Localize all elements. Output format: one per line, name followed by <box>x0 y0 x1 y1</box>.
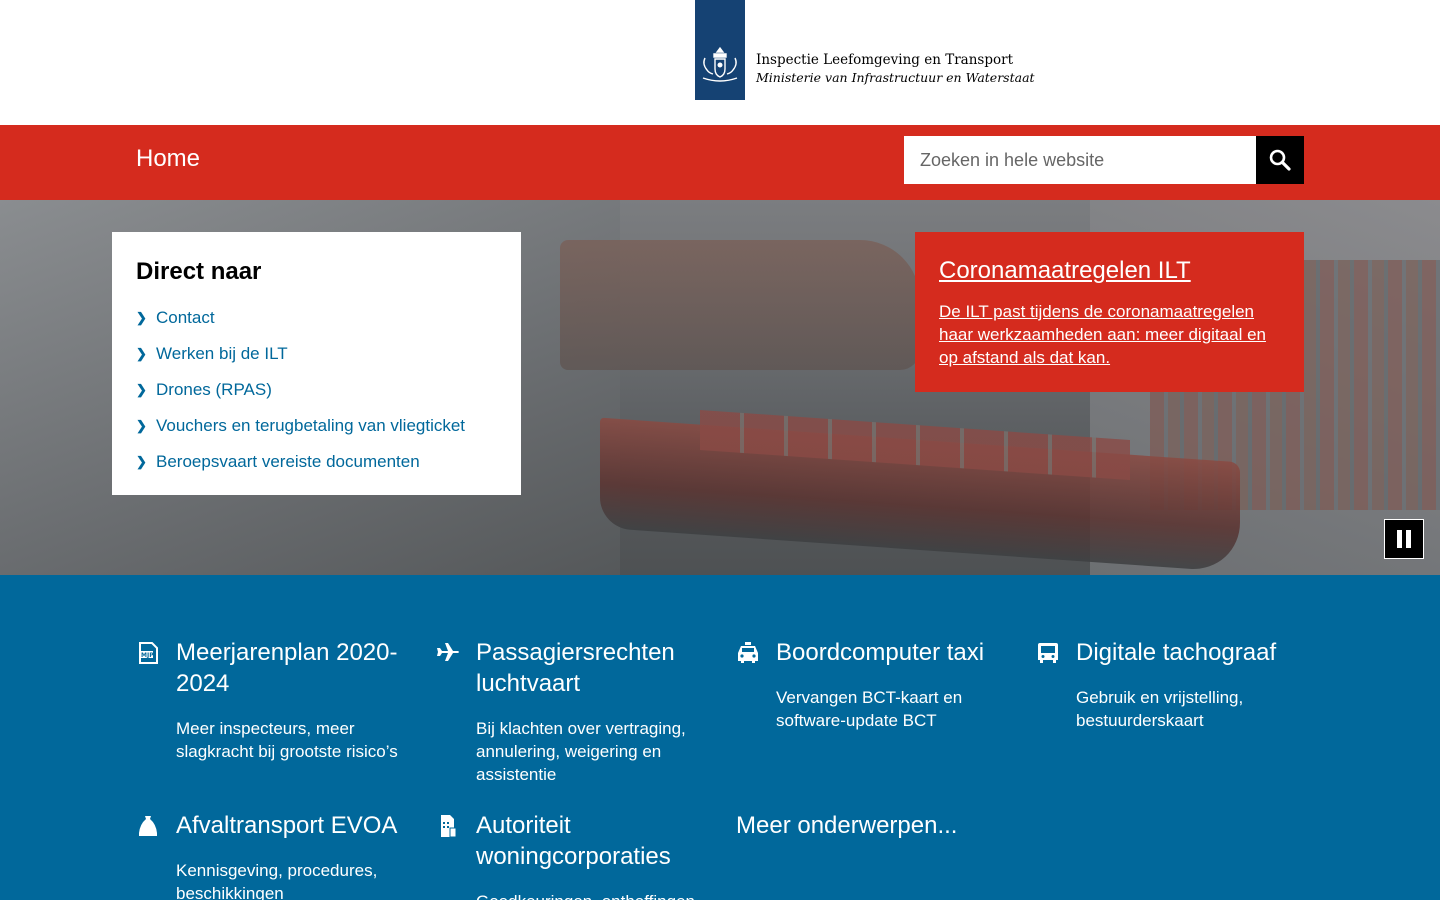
direct-naar-link[interactable]: Werken bij de ILT <box>156 344 288 364</box>
building-document-icon <box>441 815 457 838</box>
logo-text: Inspectie Leefomgeving en Transport Mini… <box>756 51 1035 86</box>
chevron-right-icon: ❯ <box>136 418 147 433</box>
pause-icon-bar <box>1406 530 1411 548</box>
taxi-icon <box>738 642 758 663</box>
direct-naar-panel: Direct naar ❯ Contact ❯ Werken bij de ILT … <box>112 232 521 495</box>
search-input[interactable] <box>904 136 1256 184</box>
topic-description: Meer inspecteurs, meer slagkracht bij gr… <box>176 719 398 761</box>
topic-title[interactable]: Boordcomputer taxi <box>776 637 1016 668</box>
hero-banner: Direct naar ❯ Contact ❯ Werken bij de ILT … <box>0 200 1440 575</box>
direct-naar-link[interactable]: Beroepsvaart vereiste documenten <box>156 452 420 472</box>
topic-description: Goedkeuringen, ontheffingen <box>476 890 706 900</box>
pause-icon-bar <box>1397 530 1402 548</box>
coat-of-arms-icon <box>702 46 738 82</box>
direct-naar-title: Direct naar <box>136 258 262 285</box>
carousel-pause-button[interactable] <box>1384 519 1424 559</box>
chevron-right-icon: ❯ <box>136 454 147 469</box>
direct-naar-item[interactable]: ❯ Werken bij de ILT <box>136 336 497 372</box>
direct-naar-item[interactable]: ❯ Drones (RPAS) <box>136 372 497 408</box>
top-navigation-bar: Home <box>0 125 1440 200</box>
topic-title[interactable]: Passagiersrechten luchtvaart <box>476 637 716 699</box>
topic-description: Vervangen BCT-kaart en software-update B… <box>776 688 963 730</box>
corona-notice-text[interactable]: De ILT past tijdens de coronamaatregelen… <box>939 300 1280 369</box>
topic-title[interactable]: Meerjarenplan 2020-2024 <box>176 637 416 699</box>
chevron-right-icon: ❯ <box>136 310 147 325</box>
direct-naar-link[interactable]: Contact <box>156 308 215 328</box>
home-link[interactable]: Home <box>136 145 200 173</box>
topics-section: MJP Meerjarenplan 2020-2024 Meer inspect… <box>0 575 1440 900</box>
search-icon <box>1269 149 1291 171</box>
logo-organisation: Inspectie Leefomgeving en Transport <box>756 52 1013 68</box>
direct-naar-link[interactable]: Vouchers en terugbetaling van vliegticke… <box>156 416 465 436</box>
chevron-right-icon: ❯ <box>136 382 147 397</box>
direct-naar-list: ❯ Contact ❯ Werken bij de ILT ❯ Drones (RPA… <box>136 300 497 480</box>
logo-ministry: Ministerie van Infrastructuur en Waterst… <box>756 70 1035 85</box>
document-mjp-icon: MJP <box>139 642 158 664</box>
site-header: Inspectie Leefomgeving en Transport Mini… <box>0 0 1440 125</box>
search-button[interactable] <box>1256 136 1304 184</box>
more-topics-link[interactable]: Meer onderwerpen... <box>736 812 957 840</box>
topic-description: Gebruik en vrijstelling, bestuurderskaar… <box>1076 688 1244 730</box>
direct-naar-item[interactable]: ❯ Vouchers en terugbetaling van vliegtick… <box>136 408 497 444</box>
hero-image-ship-back <box>560 240 920 370</box>
waste-bag-icon <box>139 816 157 836</box>
direct-naar-item[interactable]: ❯ Beroepsvaart vereiste documenten <box>136 444 497 480</box>
chevron-right-icon: ❯ <box>136 346 147 361</box>
topic-title[interactable]: Autoriteit woningcorporaties <box>476 810 716 872</box>
direct-naar-item[interactable]: ❯ Contact <box>136 300 497 336</box>
direct-naar-link[interactable]: Drones (RPAS) <box>156 380 272 400</box>
bus-icon <box>1038 643 1058 663</box>
topic-description: Bij klachten over vertraging, annulering… <box>476 719 686 784</box>
rijksoverheid-logo[interactable] <box>695 0 745 100</box>
topic-title[interactable]: Afvaltransport EVOA <box>176 810 416 841</box>
airplane-icon <box>437 643 459 661</box>
svg-text:MJP: MJP <box>141 652 154 659</box>
corona-notice-title[interactable]: Coronamaatregelen ILT <box>939 256 1280 286</box>
corona-notice-panel: Coronamaatregelen ILT De ILT past tijden… <box>915 232 1304 392</box>
topic-title[interactable]: Digitale tachograaf <box>1076 637 1316 668</box>
topic-description: Kennisgeving, procedures, beschikkingen <box>176 861 378 900</box>
